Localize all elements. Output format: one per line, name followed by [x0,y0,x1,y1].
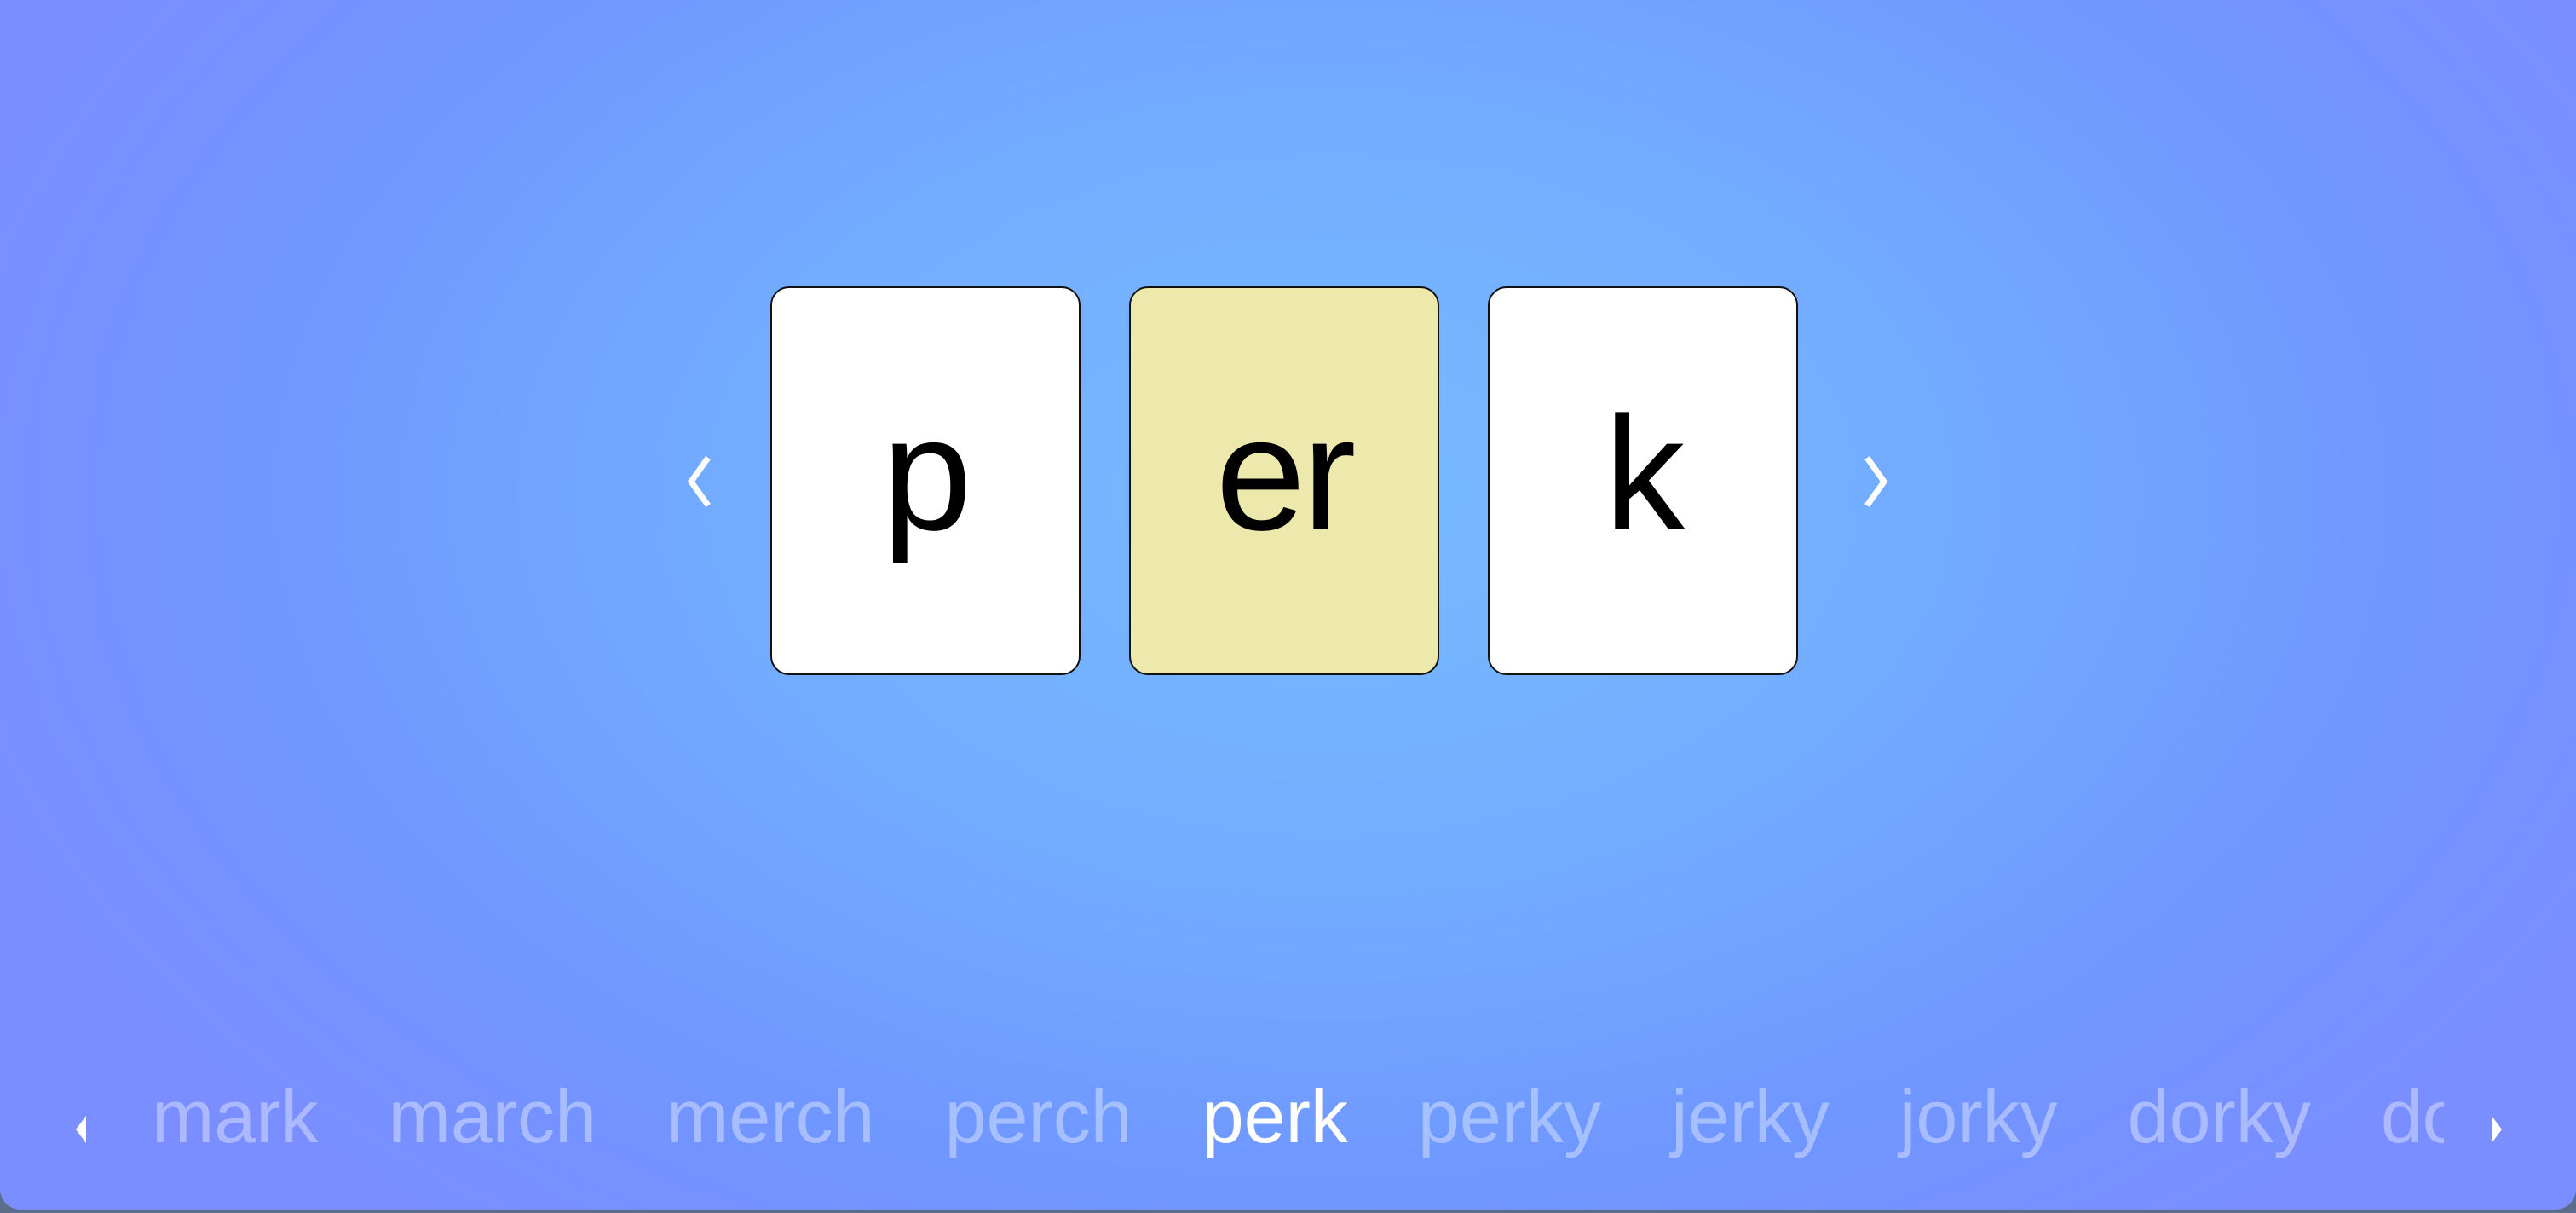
previous-button[interactable] [673,452,724,511]
history-word[interactable]: dork [2346,1070,2444,1164]
history-word-current[interactable]: perk [1167,1070,1383,1164]
chevron-left-icon [687,455,711,508]
word-tiles: p er k [770,286,1798,675]
tile-3[interactable]: k [1488,286,1798,675]
history-word[interactable]: dorky [2093,1070,2346,1164]
history-word[interactable]: mark [132,1070,354,1164]
tile-text: k [1604,384,1686,564]
tile-text: er [1215,384,1357,564]
word-history-list: mark march merch perch perk perky jerky jorky do… [132,1070,2444,1164]
triangle-right-icon [2492,1116,2502,1143]
history-word[interactable]: perky [1383,1070,1636,1164]
history-scroll-right-button[interactable] [2484,1112,2510,1147]
chevron-right-icon [1864,455,1888,508]
history-word[interactable]: perch [910,1070,1167,1164]
history-word[interactable]: jerky [1636,1070,1864,1164]
tile-text: p [882,384,972,564]
history-word[interactable]: march [354,1070,632,1164]
word-history-bar: mark march merch perch perk perky jerky jorky do… [0,1070,2576,1164]
tile-1[interactable]: p [770,286,1081,675]
next-button[interactable] [1851,452,1902,511]
tile-2-highlighted[interactable]: er [1129,286,1439,675]
history-word[interactable]: jorky [1864,1070,2093,1164]
history-word[interactable]: merch [631,1070,910,1164]
word-history-strip[interactable]: mark march merch perch perk perky jerky jorky do… [132,1070,2444,1164]
game-stage: p er k mark march merch perch perk perky jerky… [0,0,2576,1210]
